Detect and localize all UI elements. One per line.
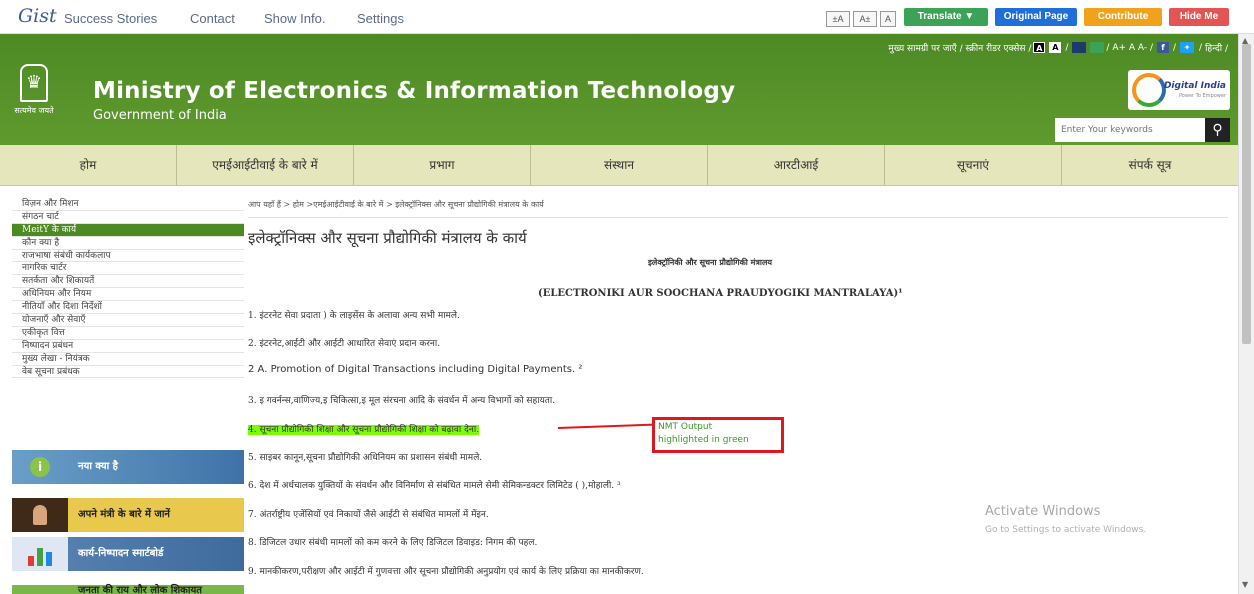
smartboard-banner[interactable]: कार्य-निष्पादन स्मार्टबोर्ड [12, 537, 244, 571]
facebook-icon[interactable]: f [1157, 42, 1169, 53]
menu-divisions[interactable]: प्रभाग [354, 145, 531, 185]
sidebar-item-finance[interactable]: एकीकृत वित्त [12, 327, 244, 340]
function-item-6: 6. देश में अर्धचालक युक्तियों के संवर्धन… [248, 481, 621, 491]
annotation-arrow-line [557, 423, 654, 429]
theme-blue-swatch[interactable] [1072, 42, 1087, 53]
settings-link[interactable]: Settings [357, 11, 404, 26]
function-item-5: 5. साइबर कानून,सूचना प्रौद्योगिकी अधिनिय… [248, 453, 483, 463]
ministry-subtitle: Government of India [93, 108, 227, 123]
whats-new-label: नया क्या है [78, 461, 118, 472]
ministry-transliteration: (ELECTRONIKI AUR SOOCHANA PRAUDYOGIKI MA… [538, 288, 903, 299]
scrollbar-thumb[interactable] [1242, 44, 1251, 344]
menu-rti[interactable]: आरटीआई [708, 145, 885, 185]
menu-contact[interactable]: संपर्क सूत्र [1062, 145, 1238, 185]
sidebar-nav: विज़न और मिशन संगठन चार्ट MeitY के कार्य… [12, 198, 244, 379]
annotation-line-2: highlighted in green [658, 435, 749, 445]
sidebar-item-acts-rules[interactable]: अधिनियम और नियम [12, 288, 244, 302]
hindi-link[interactable]: हिन्दी / [1205, 41, 1228, 54]
divider [248, 217, 1228, 218]
digital-india-swirl-icon [1132, 73, 1166, 107]
contribute-button[interactable]: Contribute [1084, 8, 1162, 26]
sidebar-item-performance[interactable]: निष्पादन प्रबंधन [12, 340, 244, 353]
sidebar-item-official-language[interactable]: राजभाषा संबंधी कार्यकलाप [12, 250, 244, 263]
function-item-1: 1. इंटरनेट सेवा प्रदाता ) के लाइसेंस के … [248, 311, 460, 321]
annotation-box: NMT Output highlighted in green [652, 417, 784, 453]
windows-activation-title: Activate Windows [985, 504, 1101, 519]
theme-green-swatch[interactable] [1090, 42, 1105, 53]
know-minister-banner[interactable]: अपने मंत्री के बारे में जानें [12, 498, 244, 532]
font-increase-button[interactable]: ±A [826, 11, 850, 27]
function-item-8: 8. डिजिटल उधार संबंधी मामलों को कम करने … [248, 538, 538, 548]
vertical-scrollbar[interactable]: ▲ ▼ [1238, 34, 1254, 594]
sidebar-item-vision[interactable]: विज़न और मिशन [12, 198, 244, 211]
twitter-icon[interactable]: ✦ [1180, 42, 1195, 53]
menu-institutions[interactable]: संस्थान [531, 145, 708, 185]
font-reset-button[interactable]: A [880, 11, 896, 27]
info-icon: i [12, 450, 68, 484]
minister-photo-icon [12, 498, 68, 532]
function-item-9: 9. मानकीकरण,परीक्षण और आईटी में गुणवत्ता… [248, 567, 644, 577]
high-contrast-button[interactable]: A [1033, 42, 1046, 53]
sidebar-item-policies[interactable]: नीतियाँ और दिशा निर्देशों [12, 301, 244, 315]
success-stories-link[interactable]: Success Stories [64, 11, 157, 26]
scroll-down-icon[interactable]: ▼ [1242, 580, 1248, 589]
smartboard-label: कार्य-निष्पादन स्मार्टबोर्ड [78, 548, 164, 559]
sidebar-item-meity-functions[interactable]: MeitY के कार्य [12, 223, 244, 237]
main-menu: होम एमईआईटीवाई के बारे में प्रभाग संस्था… [0, 145, 1238, 186]
sidebar-item-whos-who[interactable]: कौन क्या है [12, 237, 244, 250]
digital-india-logo[interactable]: Digital India Power To Empower [1128, 70, 1230, 110]
gist-toolbar: Gist Success Stories Contact Show Info. … [0, 0, 1254, 34]
search-input[interactable] [1055, 118, 1205, 142]
text-size-links[interactable]: / A+ A A- / [1106, 43, 1153, 53]
function-item-4-highlighted: 4. सूचना प्रौद्योगिकी शिक्षा और सूचना प्… [248, 425, 480, 435]
search-button[interactable]: ⚲ [1205, 118, 1230, 142]
know-minister-label: अपने मंत्री के बारे में जानें [78, 509, 170, 520]
gist-logo[interactable]: Gist [18, 5, 57, 27]
emblem-motto: सत्यमेव जयते [14, 106, 54, 115]
menu-about[interactable]: एमईआईटीवाई के बारे में [177, 145, 354, 185]
function-item-3: 3. इ गवर्नन्स,वाणिज्य,इ चिकित्सा,इ मूल स… [248, 396, 556, 406]
sidebar-item-vigilance[interactable]: सतर्कता और शिकायतें [12, 275, 244, 289]
menu-home[interactable]: होम [0, 145, 177, 185]
public-grievance-banner[interactable]: जनता की राय और लोक शिकायत [12, 585, 244, 594]
contact-link[interactable]: Contact [190, 11, 235, 26]
show-info-link[interactable]: Show Info. [264, 11, 325, 26]
translate-button[interactable]: Translate ▼ [904, 8, 988, 26]
emblem-icon: ♛ [20, 64, 48, 102]
accessibility-links[interactable]: मुख्य सामग्री पर जाएँ / स्क्रीन रीडर एक्… [888, 41, 1031, 54]
accessibility-bar: मुख्य सामग्री पर जाएँ / स्क्रीन रीडर एक्… [888, 41, 1228, 54]
national-emblem: ♛ सत्यमेव जयते [8, 64, 60, 134]
bar-chart-icon [12, 537, 68, 571]
ministry-title[interactable]: Ministry of Electronics & Information Te… [93, 78, 735, 104]
function-item-7: 7. अंतर्राष्ट्रीय एजेंसियों एवं निकायों … [248, 510, 489, 520]
sidebar-item-org-chart[interactable]: संगठन चार्ट [12, 211, 244, 224]
breadcrumb[interactable]: आप यहाँ हैं > होम >एमईआईटीवाई के बारे मे… [248, 199, 544, 210]
font-size-controls: ±A A± A [826, 11, 896, 27]
page-title: इलेक्ट्रॉनिक्स और सूचना प्रौद्योगिकी मंत… [248, 229, 527, 247]
ministry-sub-heading: इलेक्ट्रॉनिकी और सूचना प्रौद्योगिकी मंत्… [648, 257, 773, 267]
annotation-line-1: NMT Output [658, 422, 713, 432]
whats-new-banner[interactable]: i नया क्या है [12, 450, 244, 484]
normal-contrast-button[interactable]: A [1049, 42, 1062, 53]
site-header: मुख्य सामग्री पर जाएँ / स्क्रीन रीडर एक्… [0, 34, 1238, 145]
sidebar-item-accounts[interactable]: मुख्य लेखा - नियंत्रक [12, 353, 244, 366]
function-item-2: 2. इंटरनेट,आईटी और आईटी आधारित सेवाएं प्… [248, 339, 441, 349]
original-page-button[interactable]: Original Page [995, 8, 1077, 26]
function-item-2a: 2 A. Promotion of Digital Transactions i… [248, 364, 583, 375]
windows-activation-subtitle: Go to Settings to activate Windows. [985, 525, 1147, 535]
sidebar-item-citizen-charter[interactable]: नागरिक चार्टर [12, 262, 244, 276]
hide-me-button[interactable]: Hide Me [1169, 8, 1229, 26]
sidebar-item-schemes[interactable]: योजनाएँ और सेवाएँ [12, 314, 244, 327]
sidebar-item-web-manager[interactable]: वेब सूचना प्रबंधक [12, 366, 244, 379]
search-icon: ⚲ [1212, 122, 1223, 138]
font-decrease-button[interactable]: A± [853, 11, 877, 27]
menu-notifications[interactable]: सूचनाएं [885, 145, 1062, 185]
public-grievance-label: जनता की राय और लोक शिकायत [78, 585, 202, 594]
